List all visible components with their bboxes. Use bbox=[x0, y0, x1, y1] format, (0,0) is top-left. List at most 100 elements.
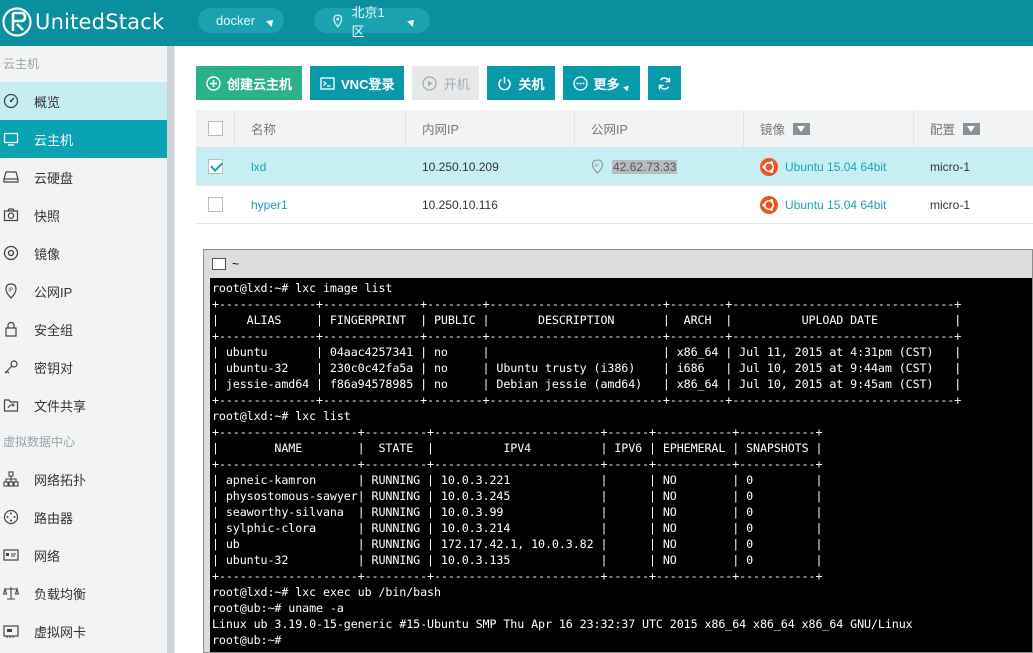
terminal-line: +--------------+--------------+--------+… bbox=[212, 393, 962, 407]
caret-icon bbox=[622, 83, 631, 91]
table-row[interactable]: hyper1 10.250.10.116 Ubuntu 15.04 64bit … bbox=[196, 186, 1033, 224]
sidebar-item-label: 安全组 bbox=[34, 322, 74, 338]
column-header-image[interactable]: 镜像 bbox=[743, 110, 913, 147]
brand-logo[interactable]: UnitedStack bbox=[0, 6, 164, 38]
column-header-flavor[interactable]: 配置 bbox=[913, 110, 1033, 147]
sidebar-item-label: 快照 bbox=[34, 208, 61, 224]
sidebar-item-images[interactable]: 镜像 bbox=[0, 234, 174, 272]
flavor: micro-1 bbox=[930, 197, 971, 212]
stop-button[interactable]: 关机 bbox=[487, 66, 555, 100]
row-checkbox[interactable] bbox=[207, 159, 223, 174]
sidebar-item-nics[interactable]: 虚拟网卡 bbox=[0, 612, 174, 650]
sidebar-item-floating-ip[interactable]: IP 公网IP bbox=[0, 272, 174, 310]
create-instance-label: 创建云主机 bbox=[227, 76, 293, 92]
column-header-name[interactable]: 名称 bbox=[234, 110, 405, 147]
start-label: 开机 bbox=[443, 76, 470, 92]
filter-dropdown-icon[interactable] bbox=[793, 122, 811, 135]
image-name: Ubuntu 15.04 64bit bbox=[785, 197, 887, 212]
vnc-login-button[interactable]: VNC登录 bbox=[310, 66, 405, 100]
private-ip: 10.250.10.209 bbox=[422, 159, 499, 174]
instance-toolbar: 创建云主机 VNC登录 开机 关机 更多 bbox=[196, 66, 689, 100]
sidebar-item-instances[interactable]: 云主机 bbox=[0, 120, 174, 158]
select-all-cell bbox=[196, 110, 234, 147]
refresh-button[interactable] bbox=[647, 66, 681, 100]
svg-text:IP: IP bbox=[8, 288, 13, 294]
sidebar-item-topology[interactable]: 网络拓扑 bbox=[0, 460, 174, 498]
row-checkbox[interactable] bbox=[207, 197, 223, 212]
terminal-line: +--------------------+---------+--------… bbox=[212, 457, 823, 471]
sidebar-item-label: 文件共享 bbox=[34, 398, 87, 414]
terminal-title-bar[interactable]: ~ bbox=[204, 250, 1032, 278]
region-selector[interactable]: 北京1区 bbox=[314, 5, 430, 39]
monitor-icon bbox=[2, 130, 20, 148]
sidebar-item-label: 概览 bbox=[34, 94, 61, 110]
terminal-line: root@lxd:~# lxc list bbox=[212, 409, 351, 423]
public-ip-cell: IP 42.62.73.33 bbox=[574, 148, 743, 185]
sidebar-item-security-groups[interactable]: 安全组 bbox=[0, 310, 174, 348]
topology-icon bbox=[2, 470, 20, 488]
terminal-window-icon bbox=[212, 258, 226, 270]
unitedstack-logo-icon bbox=[2, 7, 32, 37]
sidebar-item-overview[interactable]: 概览 bbox=[0, 82, 174, 120]
caret-icon bbox=[407, 17, 417, 27]
sidebar-item-routers[interactable]: 路由器 bbox=[0, 498, 174, 536]
public-ip[interactable]: 42.62.73.33 bbox=[612, 159, 678, 174]
region-name: 北京1区 bbox=[351, 4, 385, 39]
router-icon bbox=[2, 508, 20, 526]
column-header-image-label: 镜像 bbox=[760, 123, 786, 137]
select-all-checkbox[interactable] bbox=[207, 121, 223, 136]
column-header-public-ip[interactable]: 公网IP bbox=[574, 110, 743, 147]
more-dots-icon bbox=[572, 75, 588, 91]
sidebar-item-volumes[interactable]: 云硬盘 bbox=[0, 158, 174, 196]
sidebar-item-label: 云主机 bbox=[34, 132, 74, 148]
sidebar-item-load-balancers[interactable]: 负载均衡 bbox=[0, 574, 174, 612]
stop-label: 关机 bbox=[518, 76, 545, 92]
image-cell[interactable]: Ubuntu 15.04 64bit bbox=[743, 148, 913, 185]
terminal-line: | ALIAS | FINGERPRINT | PUBLIC | DESCRIP… bbox=[212, 313, 962, 327]
instance-table: 名称 内网IP 公网IP 镜像 配置 lxd 10.250.10.209 IP … bbox=[196, 110, 1033, 224]
plus-circle-icon bbox=[206, 75, 221, 91]
terminal-window[interactable]: ~ root@lxd:~# lxc image list +-----------… bbox=[203, 249, 1033, 653]
sidebar-scrollbar[interactable] bbox=[167, 46, 174, 653]
terminal-line: +--------------+--------------+--------+… bbox=[212, 329, 962, 343]
terminal-line: root@ub:~# bbox=[212, 633, 282, 647]
row-select-cell bbox=[196, 148, 234, 185]
instance-name-link[interactable]: lxd bbox=[234, 148, 405, 185]
disk-icon bbox=[2, 168, 20, 186]
terminal-line: | ub | RUNNING | 172.17.42.1, 10.0.3.82 … bbox=[212, 537, 823, 551]
sidebar-item-label: 负载均衡 bbox=[34, 586, 87, 602]
table-row[interactable]: lxd 10.250.10.209 IP 42.62.73.33 Ubuntu … bbox=[196, 148, 1033, 186]
sidebar: 云主机 概览 云主机 云硬盘 快照 镜像 IP 公网IP 安全组 密钥对 文件共… bbox=[0, 46, 175, 653]
create-instance-button[interactable]: 创建云主机 bbox=[196, 66, 303, 100]
filter-dropdown-icon[interactable] bbox=[963, 122, 981, 135]
project-selector[interactable]: docker bbox=[198, 8, 284, 33]
terminal-line: | ubuntu | 04aac4257341 | no | | x86_64 … bbox=[212, 345, 962, 359]
image-disc-icon bbox=[2, 244, 20, 262]
caret-icon bbox=[266, 17, 276, 27]
image-cell[interactable]: Ubuntu 15.04 64bit bbox=[743, 186, 913, 223]
network-icon bbox=[2, 546, 20, 564]
project-name: docker bbox=[216, 13, 256, 28]
terminal-line: | physostomous-sawyer| RUNNING | 10.0.3.… bbox=[212, 489, 823, 503]
terminal-output[interactable]: root@lxd:~# lxc image list +-------------… bbox=[210, 278, 1032, 652]
instance-name-link[interactable]: hyper1 bbox=[234, 186, 405, 223]
start-button[interactable]: 开机 bbox=[412, 66, 480, 100]
sidebar-scrollbar-thumb[interactable] bbox=[167, 46, 174, 653]
more-actions-button[interactable]: 更多 bbox=[562, 66, 640, 100]
sidebar-item-label: 密钥对 bbox=[34, 360, 74, 376]
sidebar-item-snapshots[interactable]: 快照 bbox=[0, 196, 174, 234]
terminal-line: +--------------------+---------+--------… bbox=[212, 425, 823, 439]
play-circle-icon bbox=[422, 75, 438, 91]
dashboard-icon bbox=[2, 92, 20, 110]
terminal-line: | NAME | STATE | IPV4 | IPV6 | EPHEMERAL… bbox=[212, 441, 823, 455]
terminal-line: root@ub:~# uname -a bbox=[212, 601, 344, 615]
sidebar-section-title: 虚拟数据中心 bbox=[3, 435, 76, 449]
sidebar-item-file-share[interactable]: 文件共享 bbox=[0, 386, 174, 424]
sidebar-item-networks[interactable]: 网络 bbox=[0, 536, 174, 574]
column-header-private-ip[interactable]: 内网IP bbox=[405, 110, 574, 147]
ubuntu-logo-icon bbox=[760, 157, 778, 176]
sidebar-item-keypairs[interactable]: 密钥对 bbox=[0, 348, 174, 386]
column-header-flavor-label: 配置 bbox=[930, 123, 956, 137]
svg-text:IP: IP bbox=[595, 163, 599, 169]
public-ip-icon: IP bbox=[2, 282, 20, 300]
